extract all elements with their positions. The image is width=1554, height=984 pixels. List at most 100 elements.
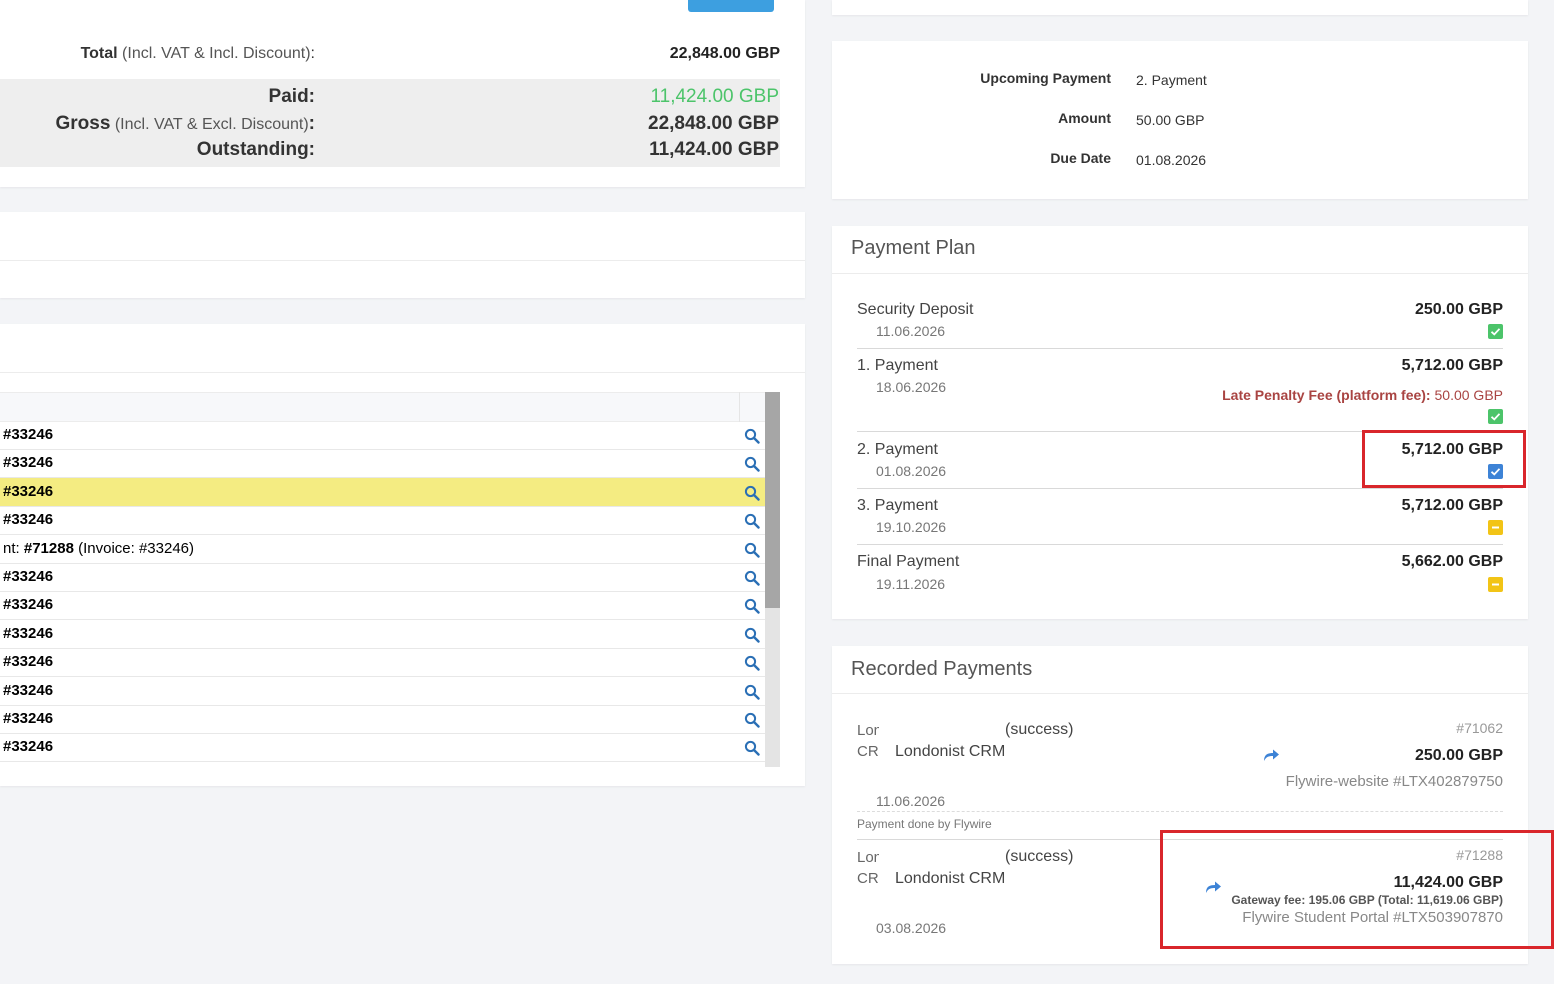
record-id: #71062 [1456, 720, 1503, 736]
paid-check-icon [1488, 409, 1503, 424]
plan-item-name: Security Deposit [857, 301, 974, 318]
list-item-text: #33246 [3, 625, 54, 642]
search-icon[interactable] [744, 655, 760, 671]
search-icon[interactable] [744, 740, 760, 756]
plan-item-amount: 5,712.00 GBP [1401, 497, 1503, 514]
list-item-text: #33246 [3, 511, 54, 528]
list-item-prefix: nt: [3, 540, 20, 557]
paid-check-icon [1488, 324, 1503, 339]
penalty-value: 50.00 GBP [1434, 387, 1504, 403]
record-name: Londonist CRM [895, 743, 1006, 760]
panel-divider [0, 260, 805, 261]
outstanding-label: Outstanding: [196, 139, 315, 160]
list-item-text: #33246 [3, 596, 54, 613]
record-status: (success) [1005, 848, 1074, 865]
pending-minus-icon [1488, 577, 1503, 592]
search-icon[interactable] [744, 456, 760, 472]
payment-plan-panel: Payment Plan Security Deposit 11.06.2026… [832, 226, 1528, 619]
list-item[interactable]: #33246 [0, 648, 765, 677]
list-item-text: #33246 [3, 738, 54, 755]
pending-minus-icon [1488, 520, 1503, 535]
list-header [0, 392, 765, 422]
plan-separator [857, 544, 1503, 545]
list-item[interactable]: #33246 [0, 620, 765, 649]
penalty-label: Late Penalty Fee (platform fee): [1222, 387, 1431, 403]
list-item[interactable]: #33246 [0, 449, 765, 478]
gross-label-text: Gross [55, 113, 111, 134]
list-item-text: #33246 [3, 682, 54, 699]
list-item[interactable]: #33246 [0, 677, 765, 706]
due-date-label: Due Date [1050, 150, 1111, 166]
invoice-totals-panel: Total (Incl. VAT & Incl. Discount): 22,8… [0, 0, 805, 187]
gross-label: Gross (Incl. VAT & Excl. Discount): [55, 113, 315, 135]
list-item[interactable]: nt: #71288 (Invoice: #33246) [0, 535, 765, 564]
list-item-text: nt: #71288 (Invoice: #33246) [3, 540, 194, 557]
broken-image-icon: Londonist CRM [857, 847, 879, 907]
broken-image-icon: Londonist CRM [857, 720, 879, 780]
gross-colon: : [308, 113, 315, 134]
total-colon: : [310, 45, 315, 62]
search-icon[interactable] [744, 428, 760, 444]
paid-value: 11,424.00 GBP [650, 86, 779, 107]
image-alt-text: Londonist CRM [857, 849, 879, 887]
search-icon[interactable] [744, 542, 760, 558]
list-item[interactable]: #33246 [0, 705, 765, 734]
gross-value: 22,848.00 GBP [648, 113, 779, 134]
image-alt-text: Londonist CRM [857, 722, 879, 760]
record-date: 03.08.2026 [876, 920, 947, 936]
list-item[interactable]: #33246 [0, 478, 765, 507]
annotation-highlight-box [1362, 430, 1526, 488]
empty-panel [0, 212, 805, 298]
record-note: Payment done by Flywire [857, 817, 992, 831]
share-icon[interactable] [1262, 748, 1280, 762]
due-date-value: 01.08.2026 [1136, 152, 1207, 168]
list-header-separator [739, 392, 740, 422]
plan-item-date: 18.06.2026 [876, 379, 947, 395]
list-item[interactable]: #33246 [0, 563, 765, 592]
outstanding-value: 11,424.00 GBP [649, 139, 779, 160]
plan-separator [857, 348, 1503, 349]
annotation-highlight-box [1160, 830, 1554, 949]
record-date: 11.06.2026 [876, 793, 946, 809]
top-right-panel [832, 0, 1528, 15]
search-icon[interactable] [744, 485, 760, 501]
list-item-text: #33246 [3, 568, 54, 585]
list-item-ref: #71288 [23, 540, 74, 557]
search-icon[interactable] [744, 513, 760, 529]
list-item-text: #33246 [3, 483, 54, 500]
late-penalty-fee: Late Penalty Fee (platform fee): 50.00 G… [1222, 387, 1503, 403]
record-amount: 250.00 GBP [1414, 747, 1503, 764]
list-item[interactable]: #33246 [0, 506, 765, 535]
search-icon[interactable] [744, 627, 760, 643]
search-icon[interactable] [744, 712, 760, 728]
plan-item-date: 19.10.2026 [876, 519, 947, 535]
search-icon[interactable] [744, 598, 760, 614]
list-item-text: #33246 [3, 653, 54, 670]
amount-label: Amount [1058, 110, 1111, 126]
list-item[interactable]: #33246 [0, 591, 765, 620]
history-list-panel: #33246 #33246 #33246 #33246 nt: #71288 (Invo… [0, 324, 805, 786]
plan-item-name: 3. Payment [857, 497, 938, 514]
recorded-payments-title: Recorded Payments [851, 658, 1033, 680]
plan-separator [857, 488, 1503, 489]
plan-item-amount: 250.00 GBP [1414, 301, 1503, 318]
title-divider [832, 693, 1528, 694]
record-status: (success) [1005, 721, 1074, 738]
total-value: 22,848.00 GBP [669, 45, 780, 62]
list-item-text: #33246 [3, 426, 54, 443]
list-item[interactable]: #33246 [0, 733, 765, 762]
upcoming-payment-panel: Upcoming Payment 2. Payment Amount 50.00… [832, 41, 1528, 199]
upcoming-payment-label: Upcoming Payment [980, 70, 1111, 86]
panel-divider [0, 372, 805, 373]
action-button[interactable] [688, 0, 774, 12]
plan-item-date: 19.11.2026 [876, 576, 946, 592]
payment-plan-title: Payment Plan [851, 237, 976, 259]
search-icon[interactable] [744, 684, 760, 700]
paid-label: Paid: [268, 86, 315, 107]
scrollbar-thumb[interactable] [765, 392, 780, 608]
record-dashed-divider [857, 811, 1503, 812]
record-method: Flywire-website #LTX402879750 [1285, 773, 1503, 790]
list-item[interactable]: #33246 [0, 421, 765, 450]
search-icon[interactable] [744, 570, 760, 586]
total-label-text: Total [80, 45, 118, 62]
